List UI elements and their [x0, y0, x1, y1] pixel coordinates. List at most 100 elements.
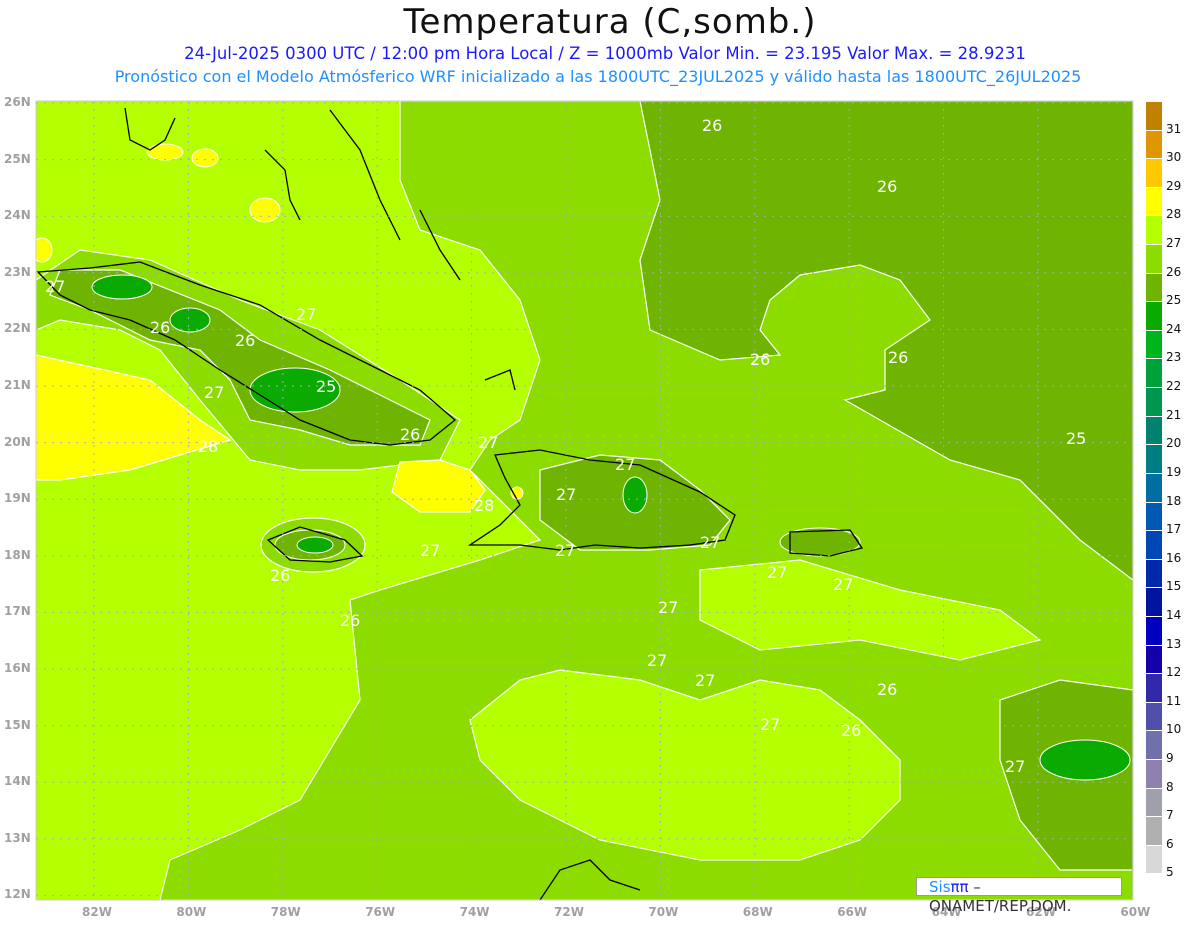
colorbar-label: 22	[1166, 379, 1182, 394]
colorbar-swatch	[1146, 101, 1162, 131]
lat-tick-label: 14N	[4, 774, 31, 789]
colorbar-swatch	[1146, 272, 1162, 303]
field-24-25	[1039, 739, 1131, 781]
colorbar-label: 26	[1166, 264, 1182, 279]
colorbar-swatch	[1146, 673, 1162, 703]
colorbar-label: 21	[1166, 407, 1182, 422]
colorbar-label: 19	[1166, 464, 1182, 479]
lat-tick-label: 19N	[4, 491, 31, 506]
lon-tick-label: 82W	[82, 905, 112, 919]
colorbar-swatch	[1146, 615, 1162, 646]
lat-tick-label: 20N	[4, 434, 31, 449]
lat-tick-label: 22N	[4, 321, 31, 336]
lon-tick-label: 76W	[365, 905, 396, 919]
colorbar-swatch	[1146, 730, 1162, 760]
colorbar-swatch	[1146, 844, 1162, 875]
lat-tick-label: 17N	[4, 604, 31, 619]
colorbar-swatch	[1146, 358, 1162, 389]
colorbar-label: 15	[1166, 579, 1182, 594]
colorbar-swatch	[1146, 530, 1162, 560]
contour-label: 26	[877, 177, 897, 196]
colorbar-label: 17	[1166, 522, 1182, 537]
contour-label: 25	[1066, 429, 1086, 448]
lat-tick-label: 24N	[4, 208, 31, 223]
lat-tick-label: 23N	[4, 264, 31, 279]
field-24-25	[296, 536, 334, 554]
colorbar-swatch	[1146, 558, 1162, 589]
wm-sis: Sis	[929, 878, 951, 896]
colorbar-swatch	[1146, 215, 1162, 246]
contour-label: 26	[841, 721, 861, 740]
colorbar-label: 28	[1166, 207, 1182, 222]
lon-tick-label: 68W	[742, 905, 773, 919]
lat-tick-label: 16N	[4, 661, 31, 675]
colorbar-label: 14	[1166, 607, 1182, 622]
contour-label: 27	[478, 433, 498, 452]
colorbar-swatch	[1146, 472, 1162, 503]
contour-label: 28	[198, 437, 218, 456]
contour-label: 27	[615, 455, 635, 474]
colorbar-label: 30	[1166, 150, 1182, 165]
colorbar-swatch	[1146, 787, 1162, 818]
colorbar-swatch	[1146, 301, 1162, 331]
contour-label: 27	[420, 541, 440, 560]
colorbar-label: 16	[1166, 550, 1182, 565]
field-28-29	[36, 237, 53, 263]
contour-label: 26	[235, 331, 255, 350]
colorbar-swatch	[1146, 186, 1162, 217]
contour-label: 26	[340, 611, 360, 630]
colorbar-swatch	[1146, 129, 1162, 160]
lat-tick-label: 18N	[4, 547, 31, 562]
colorbar-swatch	[1146, 329, 1162, 360]
colorbar-label: 5	[1166, 865, 1174, 880]
colorbar-swatch	[1146, 415, 1162, 446]
contour-label: 27	[833, 575, 853, 594]
lat-tick-label: 12N	[4, 887, 31, 902]
colorbar-swatch	[1146, 758, 1162, 789]
colorbar-swatch	[1146, 816, 1162, 846]
lon-tick-label: 70W	[648, 905, 679, 919]
lon-tick-label: 78W	[270, 905, 301, 919]
field-24-25	[622, 476, 648, 514]
contour-label: 27	[204, 383, 224, 402]
contour-label: 27	[296, 305, 316, 324]
colorbar-label: 8	[1166, 779, 1174, 794]
colorbar-label: 29	[1166, 178, 1182, 193]
contour-label: 26	[702, 116, 722, 135]
colorbar-label: 20	[1166, 436, 1182, 451]
lat-tick-label: 13N	[4, 830, 31, 845]
contour-label: 26	[877, 680, 897, 699]
contour-label: 26	[270, 566, 290, 585]
colorbar-swatch	[1146, 644, 1162, 675]
lon-tick-label: 74W	[459, 905, 490, 919]
colorbar-label: 27	[1166, 236, 1182, 251]
colorbar-swatch	[1146, 701, 1162, 732]
lat-tick-label: 26N	[4, 95, 31, 109]
colorbar-swatch	[1146, 587, 1162, 617]
colorbar-label: 10	[1166, 722, 1182, 737]
colorbar-swatch	[1146, 244, 1162, 274]
lon-tick-label: 72W	[554, 905, 584, 919]
contour-label: 27	[767, 563, 787, 582]
colorbar-label: 24	[1166, 321, 1182, 336]
colorbar-label: 11	[1166, 693, 1182, 708]
temperature-fields	[36, 101, 1133, 900]
lon-tick-label: 80W	[176, 905, 207, 919]
contour-label: 27	[45, 277, 65, 296]
field-24-25	[91, 274, 153, 300]
contour-label: 26	[750, 350, 770, 369]
colorbar-label: 6	[1166, 836, 1174, 851]
lon-tick-label: 60W	[1120, 905, 1151, 919]
contour-label: 27	[555, 541, 575, 560]
colorbar-label: 31	[1166, 121, 1182, 136]
lon-tick-label: 66W	[837, 905, 868, 919]
contour-label: 26	[150, 318, 170, 337]
colorbar-label: 25	[1166, 293, 1182, 308]
colorbar-label: 9	[1166, 750, 1174, 765]
contour-label: 27	[647, 651, 667, 670]
temperature-map: 27 26 26 27 25 26 27 28 28 27 27 26 26 27 27 27 27 27 27 27…	[35, 100, 1134, 901]
contour-label: 27	[1005, 757, 1025, 776]
colorbar-swatch	[1146, 444, 1162, 474]
contour-label: 27	[658, 598, 678, 617]
lat-tick-label: 15N	[4, 717, 31, 732]
